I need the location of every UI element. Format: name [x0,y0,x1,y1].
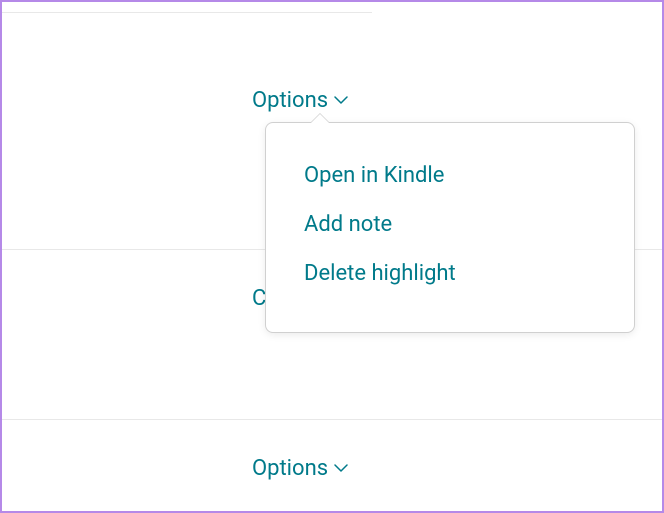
options-label: Options [252,88,328,113]
options-label: Options [252,456,328,481]
options-dropdown-trigger[interactable]: Options [252,88,348,113]
section-divider [2,12,372,13]
chevron-down-icon [334,94,348,108]
options-dropdown-menu: Open in Kindle Add note Delete highlight [265,122,635,333]
chevron-down-icon [334,462,348,476]
options-dropdown-trigger[interactable]: Options [252,456,348,481]
section-divider [2,419,662,420]
menu-item-delete-highlight[interactable]: Delete highlight [266,249,634,298]
menu-item-add-note[interactable]: Add note [266,200,634,249]
menu-item-open-in-kindle[interactable]: Open in Kindle [266,151,634,200]
